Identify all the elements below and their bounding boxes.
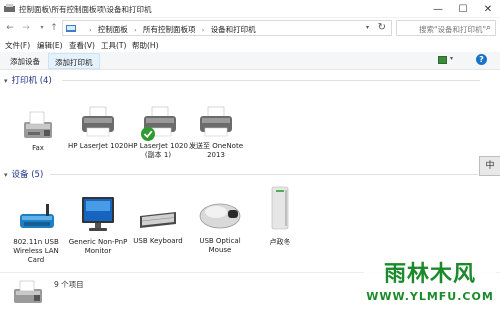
device-item-wireless-lan[interactable]: 802.11n USB Wireless LAN Card [6, 202, 66, 268]
up-arrow-icon[interactable]: ↑ [48, 21, 60, 35]
item-label: Fax [32, 144, 44, 152]
section-divider [62, 80, 480, 81]
add-device-button[interactable]: 添加设备 [4, 53, 46, 69]
item-label: 卢政冬 [269, 238, 291, 246]
default-printer-icon [141, 106, 176, 141]
printers-section-header[interactable]: ▾ 打印机 (4) [4, 74, 52, 86]
watermark-url: WWW.YLMFU.COM [366, 290, 494, 303]
mouse-icon [199, 203, 241, 229]
menu-edit[interactable]: 编辑(E) [37, 40, 63, 51]
collapse-chevron-icon[interactable]: ▾ [4, 171, 8, 179]
address-bar-row: ← → ▾ ↑ › 控制面板 › 所有控制面板项 › 设备和打印机 ▾ ↻ 搜索… [0, 18, 500, 38]
search-input[interactable]: 搜索"设备和打印机" ⌕ [396, 20, 496, 36]
monitor-icon [82, 197, 114, 231]
breadcrumb-separator-icon: › [89, 27, 92, 34]
item-label: Generic Non-PnP Monitor [68, 238, 128, 255]
menu-view[interactable]: 查看(V) [69, 40, 95, 51]
menu-tools[interactable]: 工具(T) [101, 40, 126, 51]
printer-item-onenote[interactable]: 发送至 OneNote 2013 [186, 106, 246, 170]
recent-locations-chevron-icon[interactable]: ▾ [36, 21, 48, 35]
fax-icon [24, 111, 52, 138]
add-printer-button[interactable]: 添加打印机 [48, 53, 100, 69]
devices-printers-app-icon [4, 4, 15, 12]
device-item-monitor[interactable]: Generic Non-PnP Monitor [68, 196, 128, 268]
devices-section-header[interactable]: ▾ 设备 (5) [4, 168, 43, 180]
breadcrumb-control-panel[interactable]: 控制面板 [98, 25, 128, 34]
breadcrumb-all-items[interactable]: 所有控制面板项 [143, 25, 196, 34]
menu-bar: 文件(F) 编辑(E) 查看(V) 工具(T) 帮助(H) [0, 38, 500, 52]
watermark-title: 雨林木风 [383, 261, 476, 287]
item-label: USB Keyboard [133, 237, 183, 245]
collapse-chevron-icon[interactable]: ▾ [4, 77, 8, 85]
device-item-computer[interactable]: 卢政冬 [250, 186, 310, 250]
item-label: 发送至 OneNote 2013 [188, 142, 244, 159]
search-icon[interactable]: ⌕ [486, 23, 491, 33]
watermark-logo: 雨林木风 WWW.YLMFU.COM [364, 252, 496, 310]
printer-item-hp-laserjet-1020[interactable]: HP LaserJet 1020 [68, 106, 128, 170]
menu-file[interactable]: 文件(F) [5, 40, 30, 51]
printer-item-hp-laserjet-1020-copy[interactable]: HP LaserJet 1020 (副本 1) [128, 106, 188, 170]
item-label: HP LaserJet 1020 (副本 1) [128, 142, 188, 159]
address-box[interactable]: › 控制面板 › 所有控制面板项 › 设备和打印机 ▾ ↻ [62, 20, 392, 36]
change-view-icon[interactable] [438, 56, 447, 64]
breadcrumb-separator-icon: › [134, 27, 137, 34]
minimize-button[interactable]: — [426, 0, 450, 18]
search-placeholder: 搜索"设备和打印机" [419, 25, 486, 34]
breadcrumb-devices-printers[interactable]: 设备和打印机 [211, 25, 256, 34]
view-options-chevron-icon[interactable]: ▾ [450, 55, 453, 62]
computer-tower-icon [271, 186, 289, 230]
devices-section-title: 设备 (5) [11, 170, 44, 180]
printers-section-title: 打印机 (4) [11, 76, 52, 86]
section-divider [50, 174, 478, 175]
item-label: HP LaserJet 1020 [68, 142, 128, 150]
back-arrow-icon[interactable]: ← [4, 21, 16, 35]
device-item-keyboard[interactable]: USB Keyboard [128, 208, 188, 248]
window-title: 控制面板\所有控制面板项\设备和打印机 [19, 5, 152, 14]
forward-arrow-icon[interactable]: → [20, 21, 32, 35]
device-item-mouse[interactable]: USB Optical Mouse [190, 198, 250, 258]
item-label: USB Optical Mouse [199, 237, 241, 254]
printer-icon [200, 106, 232, 137]
item-count: 9 个项目 [54, 280, 84, 289]
language-indicator-tab[interactable]: 中 [479, 156, 500, 176]
breadcrumb: › 控制面板 › 所有控制面板项 › 设备和打印机 [85, 24, 256, 35]
breadcrumb-separator-icon: › [201, 27, 205, 34]
view-controls: ▾ ? [438, 54, 490, 66]
close-button[interactable]: ✕ [476, 0, 500, 18]
wireless-adapter-icon [20, 204, 54, 228]
control-panel-icon [66, 25, 76, 32]
refresh-icon[interactable]: ↻ [378, 22, 386, 33]
keyboard-icon [140, 212, 176, 228]
command-bar: 添加设备 添加打印机 ▾ ? [0, 52, 500, 70]
printer-item-fax[interactable]: Fax [8, 110, 68, 170]
maximize-button[interactable]: ☐ [451, 0, 475, 18]
printer-icon [82, 106, 114, 137]
title-bar: 控制面板\所有控制面板项\设备和打印机 — ☐ ✕ [0, 0, 500, 18]
menu-help[interactable]: 帮助(H) [132, 40, 159, 51]
help-icon[interactable]: ? [476, 54, 487, 65]
fax-icon [14, 280, 42, 303]
item-label: 802.11n USB Wireless LAN Card [13, 238, 59, 264]
address-dropdown-chevron-icon[interactable]: ▾ [366, 24, 369, 31]
